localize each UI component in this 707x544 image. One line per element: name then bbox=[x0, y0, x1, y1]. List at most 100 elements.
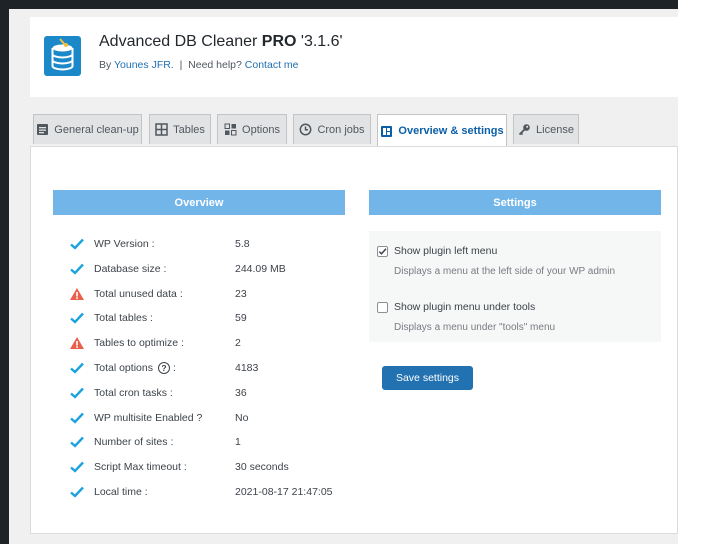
plugin-header: Advanced DB Cleaner PRO '3.1.6' By Youne… bbox=[30, 17, 678, 97]
tab-label: Options bbox=[242, 123, 280, 136]
label-text: Local time : bbox=[94, 486, 148, 498]
label-text: Total cron tasks : bbox=[94, 386, 173, 399]
settings-options-box: Show plugin left menu Displays a menu at… bbox=[369, 231, 661, 342]
label-text: Script Max timeout : bbox=[94, 461, 187, 474]
app-name: Advanced DB Cleaner bbox=[99, 33, 258, 50]
tab-license[interactable]: License bbox=[513, 114, 579, 144]
tab-label: Cron jobs bbox=[317, 123, 365, 136]
overview-row: Local time : 2021-08-17 21:47:05 bbox=[69, 484, 333, 500]
label-text: WP multisite Enabled ? bbox=[94, 411, 203, 424]
overview-row-value: 244.09 MB bbox=[235, 262, 286, 275]
tab-tables[interactable]: Tables bbox=[149, 114, 211, 144]
show-under-tools-description: Displays a menu under "tools" menu bbox=[394, 322, 556, 333]
overview-row: Total unused data : 23 bbox=[69, 286, 247, 302]
overview-row: Database size : 244.09 MB bbox=[69, 261, 286, 277]
overview-row-value: No bbox=[235, 411, 249, 424]
label-text: Total tables : bbox=[94, 312, 153, 325]
show-left-menu-label[interactable]: Show plugin left menu bbox=[394, 245, 497, 257]
check-icon bbox=[70, 313, 84, 325]
check-icon bbox=[70, 263, 84, 275]
label-suffix: : bbox=[172, 362, 176, 374]
overview-row-value: 2 bbox=[235, 337, 241, 350]
page-title: Advanced DB Cleaner PRO '3.1.6' bbox=[99, 33, 343, 51]
key-icon bbox=[518, 124, 530, 136]
tab-cron-jobs[interactable]: Cron jobs bbox=[293, 114, 371, 144]
tab-general-clean-up[interactable]: General clean-up bbox=[33, 114, 142, 144]
check-icon bbox=[70, 486, 84, 498]
version-label: '3.1.6' bbox=[300, 33, 343, 50]
settings-heading: Settings bbox=[369, 190, 661, 215]
check-icon bbox=[70, 387, 84, 399]
dashboard-icon bbox=[381, 125, 393, 137]
label-text: Total options bbox=[94, 362, 153, 374]
author-link[interactable]: Younes JFR. bbox=[114, 59, 174, 71]
overview-row-value: 4183 bbox=[235, 362, 259, 374]
overview-row-label: Database size : bbox=[94, 263, 166, 275]
overview-row-value: 30 seconds bbox=[235, 461, 289, 474]
overview-row: Total cron tasks : 36 bbox=[69, 385, 247, 401]
screenshot-frame: Advanced DB Cleaner PRO '3.1.6' By Youne… bbox=[0, 0, 707, 544]
check-icon bbox=[70, 238, 84, 250]
top-border bbox=[0, 0, 707, 9]
show-under-tools-label[interactable]: Show plugin menu under tools bbox=[394, 301, 535, 313]
tab-label: General clean-up bbox=[54, 123, 139, 136]
overview-row-label: Number of sites : bbox=[94, 436, 173, 448]
warning-icon bbox=[70, 287, 84, 300]
table-grid-icon bbox=[155, 123, 168, 136]
overview-row: WP Version : 5.8 bbox=[69, 236, 250, 252]
byline-separator: | bbox=[179, 59, 183, 71]
label-text: Tables to optimize : bbox=[94, 337, 184, 350]
overview-row: Script Max timeout : 30 seconds bbox=[69, 459, 289, 475]
contact-link[interactable]: Contact me bbox=[245, 59, 299, 71]
label-text: WP Version : bbox=[94, 238, 155, 250]
byline: By Younes JFR. | Need help? Contact me bbox=[99, 59, 299, 71]
overview-row-value: 59 bbox=[235, 312, 247, 325]
overview-row-label: Total tables : bbox=[94, 312, 153, 324]
label-text: Number of sites : bbox=[94, 436, 174, 449]
database-logo-icon bbox=[44, 36, 81, 76]
overview-row-value: 5.8 bbox=[235, 238, 250, 250]
by-prefix: By bbox=[99, 59, 112, 71]
show-under-tools-checkbox[interactable] bbox=[377, 302, 388, 313]
overview-row-value: 23 bbox=[235, 287, 247, 300]
right-margin bbox=[678, 0, 707, 544]
tab-label: Overview & settings bbox=[398, 125, 504, 137]
check-icon bbox=[70, 362, 84, 374]
warning-icon bbox=[70, 337, 84, 350]
broom-doc-icon bbox=[37, 124, 49, 135]
label-text: Database size : bbox=[94, 262, 167, 275]
overview-row-value: 36 bbox=[235, 386, 247, 399]
overview-row-value: 1 bbox=[235, 436, 241, 449]
left-border bbox=[0, 0, 9, 544]
tab-options[interactable]: Options bbox=[217, 114, 287, 144]
check-icon bbox=[70, 412, 84, 424]
overview-row: Total options?: 4183 bbox=[69, 360, 258, 376]
overview-row-label: Script Max timeout : bbox=[94, 461, 187, 473]
overview-row-label: Total unused data : bbox=[94, 288, 183, 300]
overview-row-value: 2021-08-17 21:47:05 bbox=[235, 486, 333, 498]
overview-row: Number of sites : 1 bbox=[69, 434, 241, 450]
show-left-menu-description: Displays a menu at the left side of your… bbox=[394, 266, 616, 277]
tab-overview-settings[interactable]: Overview & settings bbox=[377, 114, 507, 147]
tab-label: Tables bbox=[173, 123, 205, 136]
overview-row-label: Total options?: bbox=[94, 362, 176, 374]
overview-settings-panel: Overview Settings WP Version : 5.8 Databas… bbox=[30, 146, 678, 534]
overview-heading: Overview bbox=[53, 190, 345, 215]
tab-label: License bbox=[536, 123, 574, 136]
help-circle-icon[interactable]: ? bbox=[157, 362, 170, 374]
help-prefix: Need help? bbox=[188, 59, 242, 71]
label-text: Total unused data : bbox=[94, 287, 183, 300]
overview-row-label: Local time : bbox=[94, 486, 148, 498]
check-icon bbox=[70, 461, 84, 473]
show-left-menu-checkbox[interactable] bbox=[377, 246, 388, 257]
edition-label: PRO bbox=[261, 33, 297, 50]
overview-row-label: Tables to optimize : bbox=[94, 337, 184, 349]
check-icon bbox=[70, 437, 84, 449]
overview-row: WP multisite Enabled ? No bbox=[69, 410, 248, 426]
overview-row-label: Total cron tasks : bbox=[94, 387, 173, 399]
checkmark-icon bbox=[378, 248, 387, 255]
overview-row: Total tables : 59 bbox=[69, 310, 247, 326]
options-grid-icon bbox=[224, 123, 237, 136]
save-settings-button[interactable]: Save settings bbox=[382, 366, 473, 390]
clock-icon bbox=[300, 123, 312, 136]
